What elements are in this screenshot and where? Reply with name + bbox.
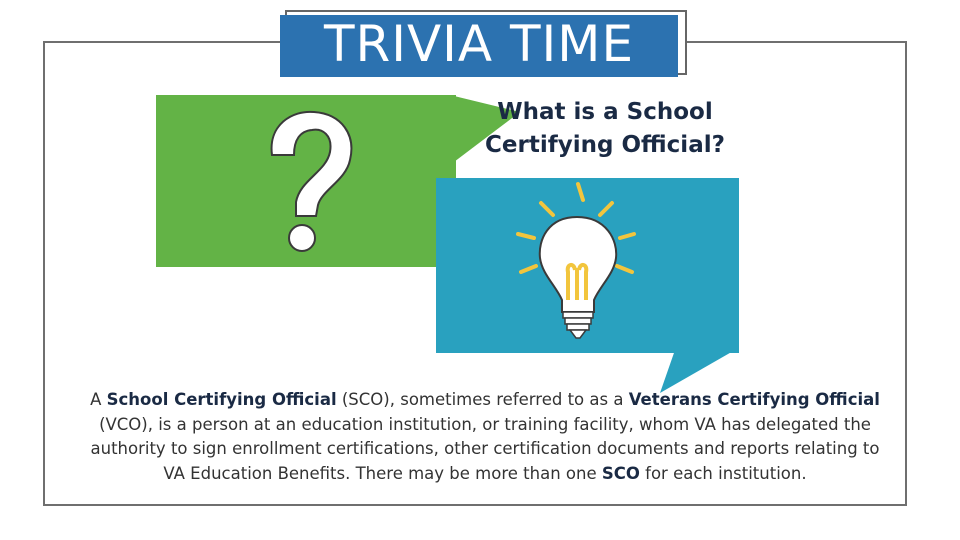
vco-term: Veterans Certifying Official bbox=[628, 390, 880, 409]
trivia-question: What is a School Certifying Official? bbox=[485, 99, 725, 158]
answer-paragraph: A School Certifying Official (SCO), some… bbox=[80, 388, 890, 486]
answer-lead: A bbox=[90, 390, 107, 409]
sco-abbr: SCO bbox=[601, 463, 640, 483]
answer-part-1: (SCO), sometimes referred to as a bbox=[336, 390, 629, 409]
sco-term: School Certifying Official bbox=[106, 390, 337, 409]
answer-part-3: for each institution. bbox=[639, 463, 807, 483]
